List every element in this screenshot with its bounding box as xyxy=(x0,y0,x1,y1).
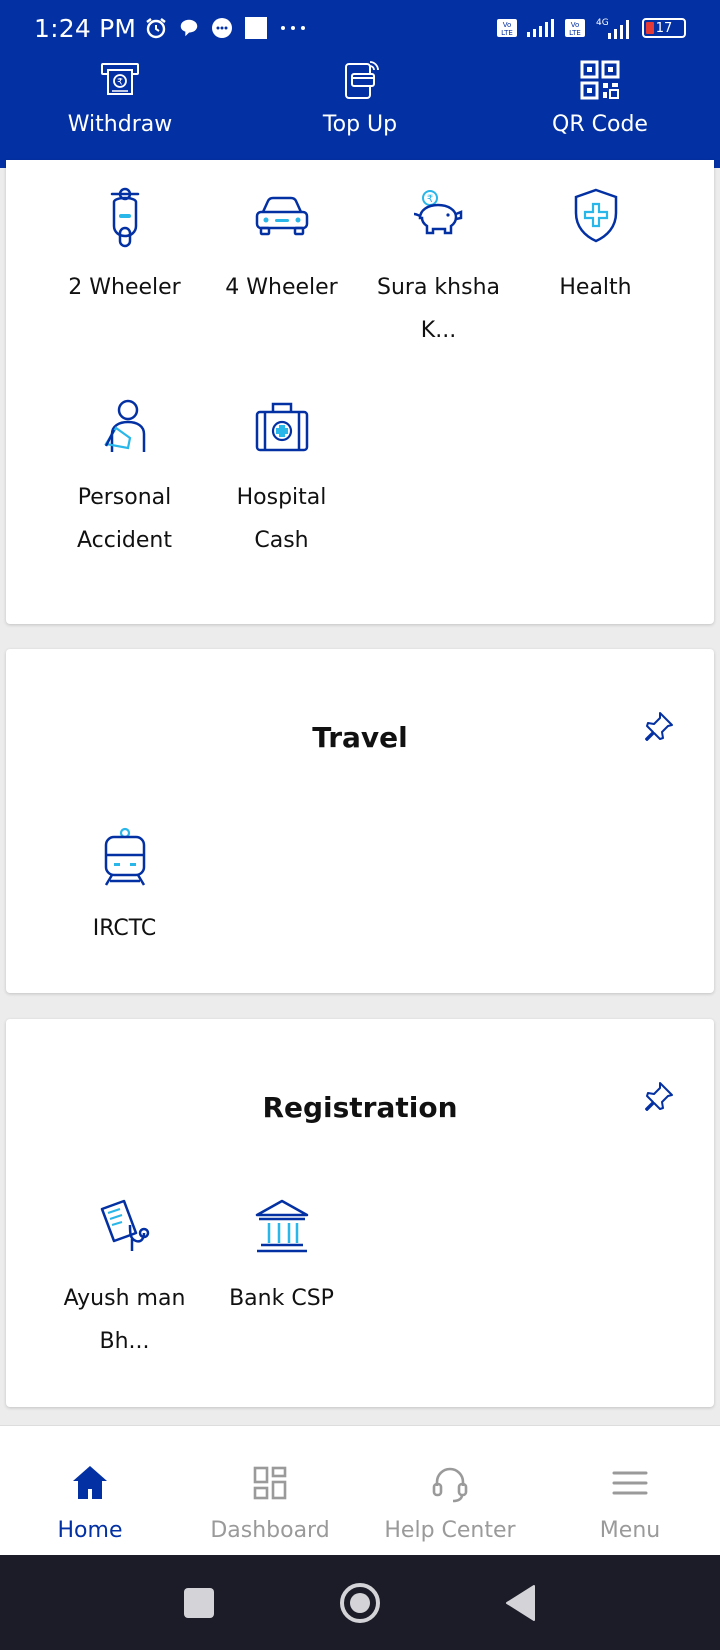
tile-label: IRCTC xyxy=(92,916,157,941)
svg-text:₹: ₹ xyxy=(426,194,432,205)
tile-health[interactable]: Health xyxy=(517,184,674,309)
withdraw-button[interactable]: ₹ Withdraw xyxy=(0,58,240,158)
status-bar: 1:24 PM Vo LTE Vo LTE 4G 17 xyxy=(0,0,720,56)
nav-label: Help Center xyxy=(384,1518,516,1543)
status-time: 1:24 PM xyxy=(34,13,137,43)
hamburger-menu-icon xyxy=(612,1471,648,1495)
tile-hospital-cash[interactable]: Hospital Cash xyxy=(203,394,360,562)
signal-icon xyxy=(527,19,554,37)
registration-card: Registration Ayush man Bh... Bank CSP xyxy=(6,1019,714,1407)
tile-label: Bank CSP xyxy=(229,1286,334,1311)
battery-icon: 17 xyxy=(642,18,686,38)
tile-label: Sura khsha K... xyxy=(377,275,500,343)
medical-report-icon xyxy=(100,1199,149,1251)
circle-home-icon xyxy=(340,1582,380,1623)
bottom-nav: Home Dashboard Help Center Menu xyxy=(0,1425,720,1555)
home-icon xyxy=(73,1466,107,1499)
pin-icon[interactable] xyxy=(642,709,676,743)
tile-personal-accident[interactable]: Personal Accident xyxy=(46,394,203,562)
tile-2-wheeler[interactable]: 2 Wheeler xyxy=(46,184,203,309)
tile-suraksha[interactable]: ₹ Sura khsha K... xyxy=(360,184,517,352)
qr-code-icon xyxy=(580,60,620,100)
top-up-label: Top Up xyxy=(322,112,398,137)
travel-card: Travel IRCTC xyxy=(6,649,714,993)
tile-irctc[interactable]: IRCTC xyxy=(46,825,203,950)
health-shield-icon xyxy=(574,188,617,243)
signal-4g-icon: 4G xyxy=(596,18,629,39)
system-nav-bar xyxy=(0,1555,720,1650)
nav-help-center[interactable]: Help Center xyxy=(360,1426,540,1555)
notification-icons xyxy=(144,16,308,40)
tile-label: Health xyxy=(559,275,632,300)
travel-title: Travel xyxy=(312,721,408,754)
nav-label: Dashboard xyxy=(210,1518,330,1543)
recent-apps-button[interactable] xyxy=(176,1580,222,1626)
square-recent-icon xyxy=(184,1587,214,1618)
svg-text:4G: 4G xyxy=(596,18,609,28)
piggy-bank-icon: ₹ xyxy=(413,190,462,235)
medical-kit-icon xyxy=(255,402,308,452)
more-dots-icon xyxy=(281,26,306,30)
mobile-topup-icon xyxy=(345,61,379,99)
quick-actions: ₹ Withdraw Top Up QR Code xyxy=(0,58,720,158)
tile-ayushman-bharat[interactable]: Ayush man Bh... xyxy=(46,1195,203,1363)
tile-label: Ayush man Bh... xyxy=(63,1286,186,1354)
triangle-back-icon xyxy=(506,1584,535,1621)
withdraw-label: Withdraw xyxy=(67,112,173,137)
train-icon xyxy=(104,827,145,886)
atm-withdraw-icon: ₹ xyxy=(101,63,139,95)
nav-home[interactable]: Home xyxy=(0,1426,180,1555)
svg-text:Vo: Vo xyxy=(503,21,512,29)
scooter-icon xyxy=(110,187,139,248)
car-icon xyxy=(255,196,308,236)
tile-4-wheeler[interactable]: 4 Wheeler xyxy=(203,184,360,309)
alarm-icon xyxy=(146,18,166,39)
chat-bubble-icon xyxy=(180,19,198,37)
tile-label: 4 Wheeler xyxy=(225,275,338,300)
svg-text:₹: ₹ xyxy=(117,78,123,88)
message-icon xyxy=(212,18,233,38)
dashboard-icon xyxy=(253,1466,287,1500)
headset-icon xyxy=(432,1467,468,1503)
back-button[interactable] xyxy=(498,1580,544,1626)
svg-text:LTE: LTE xyxy=(569,29,581,37)
top-header: 1:24 PM Vo LTE Vo LTE 4G 17 ₹ Withdraw T… xyxy=(0,0,720,168)
svg-text:Vo: Vo xyxy=(571,21,580,29)
nav-menu[interactable]: Menu xyxy=(540,1426,720,1555)
bank-icon xyxy=(255,1199,308,1253)
nav-label: Home xyxy=(57,1518,123,1543)
insurance-card: 2 Wheeler 4 Wheeler ₹ Sura khsha K... He… xyxy=(6,160,714,624)
qr-code-button[interactable]: QR Code xyxy=(480,58,720,158)
top-up-button[interactable]: Top Up xyxy=(240,58,480,158)
status-right: Vo LTE Vo LTE 4G 17 xyxy=(496,16,686,40)
registration-title: Registration xyxy=(262,1091,458,1124)
injured-person-icon xyxy=(103,399,145,452)
square-notification-icon xyxy=(245,17,268,39)
tile-label: Personal Accident xyxy=(76,485,173,553)
volte-icon: VoLTE xyxy=(497,19,517,37)
svg-text:LTE: LTE xyxy=(501,29,513,37)
nav-dashboard[interactable]: Dashboard xyxy=(180,1426,360,1555)
nav-label: Menu xyxy=(599,1518,661,1543)
volte-icon-2: VoLTE xyxy=(565,19,585,37)
tile-label: Hospital Cash xyxy=(236,485,327,553)
tile-bank-csp[interactable]: Bank CSP xyxy=(203,1195,360,1320)
pin-icon[interactable] xyxy=(642,1079,676,1113)
tile-label: 2 Wheeler xyxy=(68,275,181,300)
home-system-button[interactable] xyxy=(337,1580,383,1626)
qr-code-label: QR Code xyxy=(552,112,648,137)
